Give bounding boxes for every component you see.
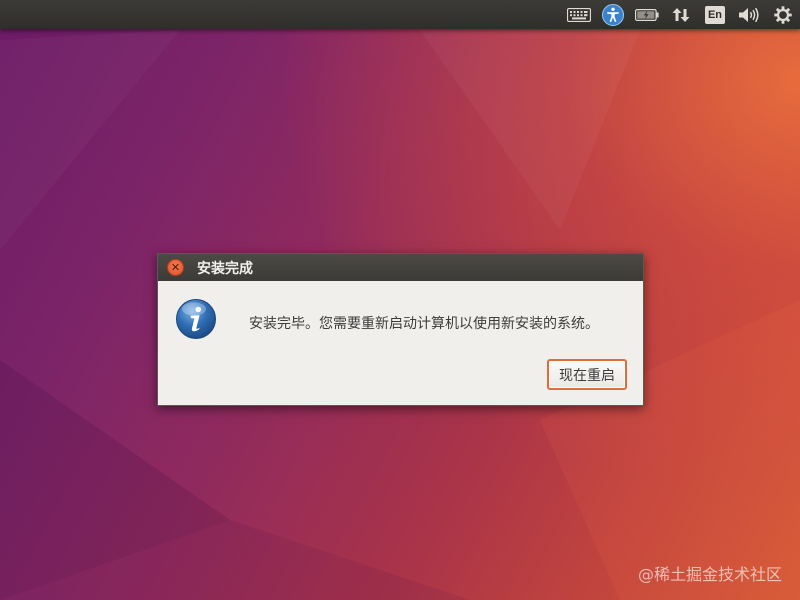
watermark-text: @稀土掘金技术社区 [637,565,782,584]
keyboard-indicator[interactable] [562,0,596,29]
input-language-icon: En [705,5,725,24]
power-gear-icon [774,5,792,24]
dialog-message: 安装完毕。您需要重新启动计算机以使用新安装的系统。 [249,316,599,332]
indicator-area: En [562,0,800,29]
system-menu-indicator[interactable] [766,0,800,29]
info-icon [176,299,216,339]
keyboard-icon [567,7,591,22]
desktop: En ✕ 安装完成 安装完毕。您需要重新启动计算机以使用新安装的系统。 现在重启… [0,0,800,600]
install-complete-dialog: ✕ 安装完成 安装完毕。您需要重新启动计算机以使用新安装的系统。 现在重启 [157,253,644,406]
dialog-titlebar: ✕ 安装完成 [158,254,643,281]
close-button[interactable]: ✕ [167,259,184,276]
input-language-indicator[interactable]: En [698,0,732,29]
accessibility-icon [602,3,624,26]
network-arrows-icon [672,7,690,22]
dialog-title: 安装完成 [197,260,253,277]
close-icon: ✕ [170,261,181,274]
accessibility-indicator[interactable] [596,0,630,29]
restart-now-button[interactable]: 现在重启 [547,359,627,390]
top-panel: En [0,0,800,29]
network-indicator[interactable] [664,0,698,29]
volume-icon [739,7,759,22]
volume-indicator[interactable] [732,0,766,29]
battery-indicator[interactable] [630,0,664,29]
battery-icon [635,8,659,21]
